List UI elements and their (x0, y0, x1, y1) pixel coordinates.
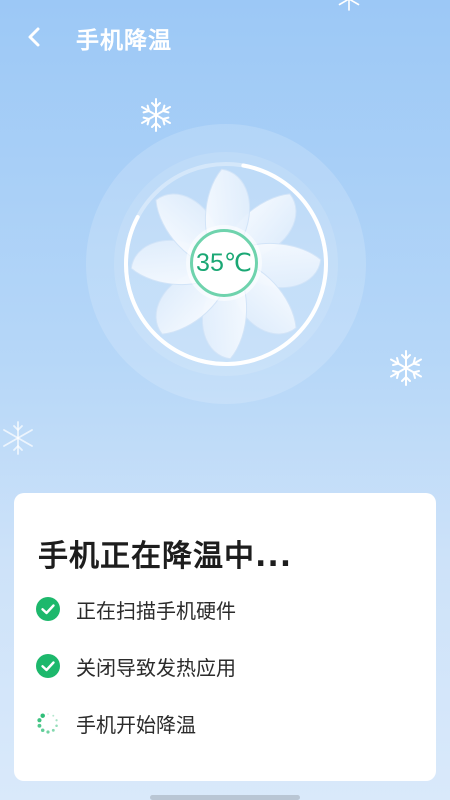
step-scan-hardware: 正在扫描手机硬件 (36, 595, 236, 623)
page-title: 手机降温 (76, 28, 172, 54)
temperature-value: 35℃ (196, 249, 252, 277)
spinner-dot (52, 714, 55, 717)
check-circle-icon (36, 654, 60, 678)
loading-spinner-icon (36, 711, 60, 735)
cooling-status-heading: 手机正在降温中... (38, 539, 293, 574)
step-label: 手机开始降温 (76, 712, 196, 737)
check-circle-icon (36, 597, 60, 621)
back-button[interactable] (18, 20, 52, 54)
step-close-hot-apps: 关闭导致发热应用 (36, 652, 236, 680)
snowflake-icon (3, 421, 33, 455)
temperature-badge: 35℃ (190, 229, 258, 297)
spinner-dot (47, 713, 49, 715)
spinner-dot (37, 718, 42, 723)
spinner-dot (40, 728, 45, 733)
spinner-dot (55, 724, 58, 728)
spinner-dot (55, 719, 58, 722)
step-label: 正在扫描手机硬件 (76, 598, 236, 623)
chevron-left-icon (28, 27, 40, 47)
home-indicator (150, 795, 300, 800)
spinner-dot (40, 713, 45, 718)
spinner-dot (51, 728, 55, 732)
cooling-status-card: 手机正在降温中... 正在扫描手机硬件 关闭导致发热应用 手机开始降温 (14, 493, 436, 781)
spinner-dot (46, 730, 50, 734)
app-header: 手机降温 (0, 0, 450, 72)
snowflake-icon (390, 350, 422, 386)
spinner-dot (37, 723, 42, 728)
snowflake-icon (338, 0, 360, 11)
step-start-cooling: 手机开始降温 (36, 709, 196, 737)
step-label: 关闭导致发热应用 (76, 655, 236, 680)
